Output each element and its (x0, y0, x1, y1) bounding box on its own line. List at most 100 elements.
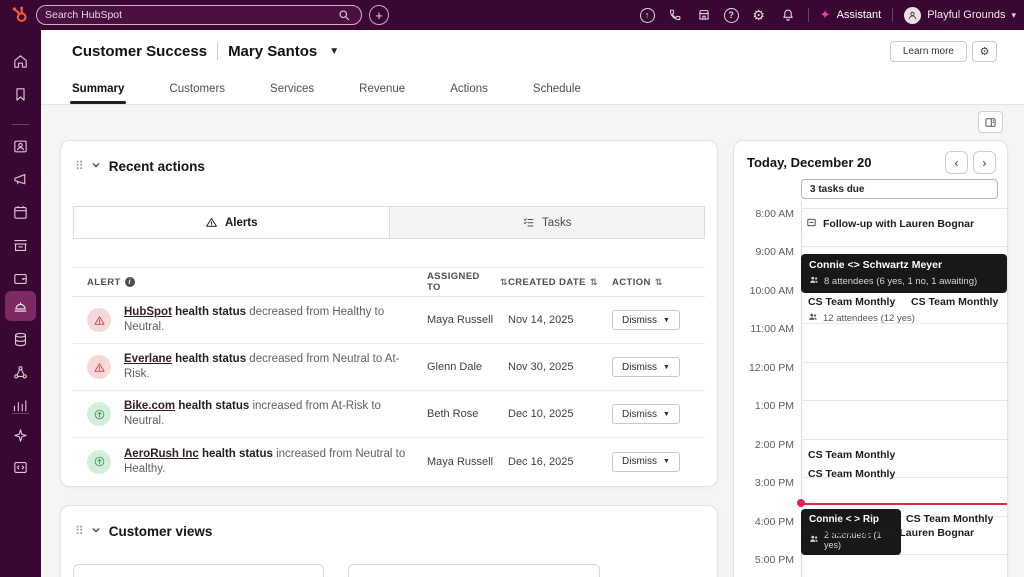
sidebar-item-crm[interactable] (5, 131, 36, 161)
health-increase-icon (87, 450, 111, 474)
settings-icon[interactable]: ⚙ (750, 6, 768, 24)
hubspot-logo-icon[interactable] (9, 4, 31, 26)
sidebar-item-home[interactable] (5, 46, 36, 76)
calendar-event-meeting[interactable]: CS Team Monthly (906, 513, 993, 526)
sidebar-item-reporting[interactable] (5, 390, 36, 420)
data-database-icon (12, 331, 29, 348)
commerce-drawer-icon (12, 237, 29, 254)
hour-gridline (801, 208, 1007, 209)
crm-contacts-icon (12, 138, 29, 155)
divider (892, 8, 893, 22)
home-icon (12, 53, 29, 70)
sidebar-item-customer-success[interactable] (5, 291, 36, 321)
notifications-icon[interactable] (779, 6, 797, 24)
phone-icon[interactable] (666, 6, 684, 24)
assigned-to-cell: Maya Russell (427, 456, 508, 468)
tab-schedule[interactable]: Schedule (533, 74, 581, 104)
sidebar-item-developer[interactable] (5, 452, 36, 482)
next-day-button[interactable]: › (973, 151, 996, 174)
avatar (904, 7, 921, 24)
column-header-alert[interactable]: ALERTi (73, 277, 427, 288)
calendar-event-meeting[interactable]: Connie <> Schwartz Meyer 8 attendees (6 … (801, 254, 1007, 293)
chevron-down-icon[interactable] (91, 157, 101, 175)
view-selector[interactable]: Mary Santos (228, 43, 317, 60)
dismiss-button[interactable]: Dismiss▼ (612, 404, 680, 424)
calendar-event-meeting[interactable]: CS Team Monthly (911, 296, 998, 309)
upgrade-icon[interactable]: ↑ (640, 8, 655, 23)
tab-alerts[interactable]: Alerts (74, 207, 389, 238)
learn-more-button[interactable]: Learn more (890, 41, 967, 62)
assistant-button[interactable]: ✦ Assistant (820, 7, 882, 23)
calendar-event-meeting[interactable]: CS Team Monthly (808, 449, 895, 462)
sidebar-item-content[interactable] (5, 197, 36, 227)
drag-handle-icon[interactable]: ⠿ (75, 524, 83, 538)
time-label: 4:00 PM (734, 516, 794, 528)
tab-revenue[interactable]: Revenue (359, 74, 405, 104)
dismiss-button[interactable]: Dismiss▼ (612, 452, 680, 472)
company-link[interactable]: AeroRush Inc (124, 448, 199, 460)
chevron-down-icon[interactable] (91, 522, 101, 540)
sidebar-item-ai[interactable] (5, 420, 36, 450)
sparkle-icon: ✦ (820, 7, 831, 23)
sort-icon[interactable]: ⇅ (655, 277, 663, 288)
wallet-icon (12, 270, 29, 287)
calendar-event-task[interactable]: Follow-up with Lauren Bognar (806, 217, 974, 232)
column-header-action[interactable]: ACTION⇅ (608, 277, 705, 288)
assigned-to-cell: Glenn Dale (427, 361, 508, 373)
company-link[interactable]: Bike.com (124, 400, 175, 412)
created-date-cell: Nov 30, 2025 (508, 361, 608, 373)
created-date-cell: Dec 10, 2025 (508, 408, 608, 420)
divider (217, 42, 218, 60)
health-increase-icon (87, 402, 111, 426)
workspace-tabs: Summary Customers Services Revenue Actio… (72, 74, 581, 104)
time-label: 8:00 AM (734, 208, 794, 220)
customer-view-tile[interactable] (348, 564, 600, 577)
info-icon[interactable]: i (125, 277, 135, 287)
sort-icon[interactable]: ⇅ (500, 277, 508, 288)
collapse-panel-button[interactable] (978, 111, 1003, 133)
sidebar-item-marketing[interactable] (5, 164, 36, 194)
workspace-settings-button[interactable]: ⚙ (972, 41, 997, 62)
company-link[interactable]: HubSpot (124, 306, 172, 318)
time-label: 2:00 PM (734, 439, 794, 451)
tab-summary[interactable]: Summary (72, 74, 124, 104)
tab-customers[interactable]: Customers (169, 74, 225, 104)
calendar-event-task[interactable]: Follow-up with Lauren Bognar (806, 526, 974, 541)
sidebar-item-commerce[interactable] (5, 230, 36, 260)
sidebar-item-data[interactable] (5, 324, 36, 354)
code-data-icon (12, 459, 29, 476)
drag-handle-icon[interactable]: ⠿ (75, 159, 83, 173)
calendar-event-meeting[interactable]: CS Team Monthly 12 attendees (12 yes) (808, 296, 915, 325)
company-link[interactable]: Everlane (124, 353, 172, 365)
dismiss-button[interactable]: Dismiss▼ (612, 310, 680, 330)
tab-tasks[interactable]: Tasks (389, 207, 705, 238)
tab-services[interactable]: Services (270, 74, 314, 104)
sidebar-item-automations[interactable] (5, 357, 36, 387)
day-timeline: 8:00 AM 9:00 AM 10:00 AM 11:00 AM 12:00 … (734, 201, 1008, 577)
previous-day-button[interactable]: ‹ (945, 151, 968, 174)
tab-actions[interactable]: Actions (450, 74, 488, 104)
chevron-down-icon: ▾ (1011, 10, 1016, 21)
search-input[interactable] (45, 9, 335, 21)
help-icon[interactable]: ? (724, 8, 739, 23)
marketing-megaphone-icon (12, 171, 29, 188)
customer-view-tile[interactable] (73, 564, 324, 577)
account-menu[interactable]: Playful Grounds ▾ (904, 7, 1016, 24)
chevron-down-icon[interactable]: ▼ (329, 46, 339, 57)
sort-icon[interactable]: ⇅ (590, 277, 598, 288)
bookmark-icon (12, 86, 29, 103)
column-header-created-date[interactable]: CREATED DATE⇅ (508, 277, 608, 288)
gear-icon: ⚙ (980, 45, 990, 58)
content-calendar-icon (12, 204, 29, 221)
assistant-label: Assistant (837, 9, 882, 21)
calendar-event-meeting[interactable]: CS Team Monthly (808, 468, 895, 481)
sidebar-item-bookmarks[interactable] (5, 79, 36, 109)
create-new-button[interactable]: + (369, 5, 389, 25)
tasks-due-badge[interactable]: 3 tasks due (801, 179, 998, 199)
dismiss-button[interactable]: Dismiss▼ (612, 357, 680, 377)
global-search[interactable] (36, 5, 362, 25)
column-header-assigned-to[interactable]: ASSIGNED TO⇅ (427, 271, 508, 293)
marketplace-icon[interactable] (695, 6, 713, 24)
search-icon[interactable] (335, 6, 353, 24)
sidebar-item-payments[interactable] (5, 263, 36, 293)
